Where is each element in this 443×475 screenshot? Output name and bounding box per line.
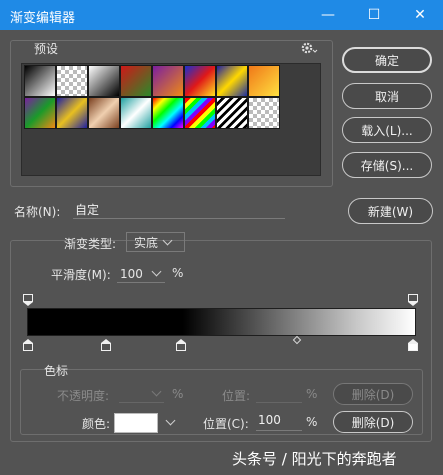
gradient-type-select[interactable]: 实底 (126, 232, 185, 252)
preset-swatch[interactable] (120, 97, 152, 129)
color-stop[interactable] (176, 339, 186, 351)
load-button[interactable]: 载入(L)... (342, 117, 432, 143)
smoothness-label: 平滑度(M): (51, 268, 111, 282)
gradient-type-value: 实底 (134, 235, 159, 250)
stop-color-swatch[interactable] (114, 413, 158, 433)
close-button[interactable]: ✕ (397, 0, 443, 30)
position-label: 位置(C): (203, 417, 249, 431)
preset-swatch[interactable] (216, 65, 248, 97)
preset-swatch[interactable] (216, 97, 248, 129)
opacity-stop-left[interactable] (23, 294, 33, 306)
preset-swatch[interactable] (152, 97, 184, 129)
delete-opacity-stop-button[interactable]: 删除(D) (333, 383, 413, 405)
minimize-button[interactable]: — (305, 0, 351, 30)
chevron-down-icon (162, 235, 173, 245)
preset-swatch[interactable] (24, 97, 56, 129)
gradient-type-label: 渐变类型: (64, 237, 117, 251)
chevron-down-icon (151, 386, 162, 397)
preset-swatch[interactable] (248, 97, 280, 129)
preset-swatch[interactable] (24, 65, 56, 97)
color-stop-selected[interactable] (408, 339, 418, 351)
preset-swatch[interactable] (184, 65, 216, 97)
name-label: 名称(N): (14, 205, 61, 219)
smoothness-value: 100 (120, 266, 143, 281)
preset-swatch[interactable] (56, 65, 88, 97)
smoothness-select[interactable]: 100 (117, 265, 165, 283)
preset-swatch[interactable] (120, 65, 152, 97)
preset-swatch[interactable] (248, 65, 280, 97)
position-label-disabled: 位置: (222, 389, 251, 403)
opacity-select[interactable] (119, 385, 164, 403)
presets-label: 预设 (34, 42, 59, 56)
preset-swatch[interactable] (152, 65, 184, 97)
cancel-button[interactable]: 取消 (342, 83, 432, 109)
opacity-label: 不透明度: (57, 389, 110, 403)
opacity-position-field[interactable] (256, 385, 302, 403)
opacity-stop-right[interactable] (408, 294, 418, 306)
opacity-unit: % (172, 387, 184, 401)
preset-swatch[interactable] (184, 97, 216, 129)
new-button[interactable]: 新建(W) (348, 198, 433, 224)
color-stop[interactable] (101, 339, 111, 351)
delete-color-stop-button[interactable]: 删除(D) (333, 411, 413, 433)
smoothness-unit: % (172, 266, 184, 280)
preset-swatch-area (21, 63, 321, 176)
save-button[interactable]: 存储(S)... (342, 152, 432, 178)
gradient-preview-bar[interactable] (27, 308, 416, 336)
preset-swatch[interactable] (88, 97, 120, 129)
position-unit: % (306, 415, 318, 429)
gear-icon[interactable] (300, 40, 318, 56)
position-unit-disabled: % (306, 387, 318, 401)
preset-swatch[interactable] (88, 65, 120, 97)
ok-button[interactable]: 确定 (342, 47, 432, 73)
preset-swatch[interactable] (56, 97, 88, 129)
color-stop[interactable] (23, 339, 33, 351)
name-field[interactable]: 自定 (73, 201, 285, 219)
watermark-text: 头条号 / 阳光下的奔跑者 (232, 450, 397, 468)
color-label: 颜色: (82, 417, 111, 431)
window-title: 渐变编辑器 (10, 11, 76, 26)
chevron-down-icon (151, 266, 162, 277)
maximize-button[interactable]: ☐ (351, 0, 397, 30)
color-stops-section-label: 色标 (44, 364, 69, 378)
color-position-field[interactable]: 100 (256, 413, 302, 431)
title-bar: 渐变编辑器 — ☐ ✕ (0, 0, 443, 30)
